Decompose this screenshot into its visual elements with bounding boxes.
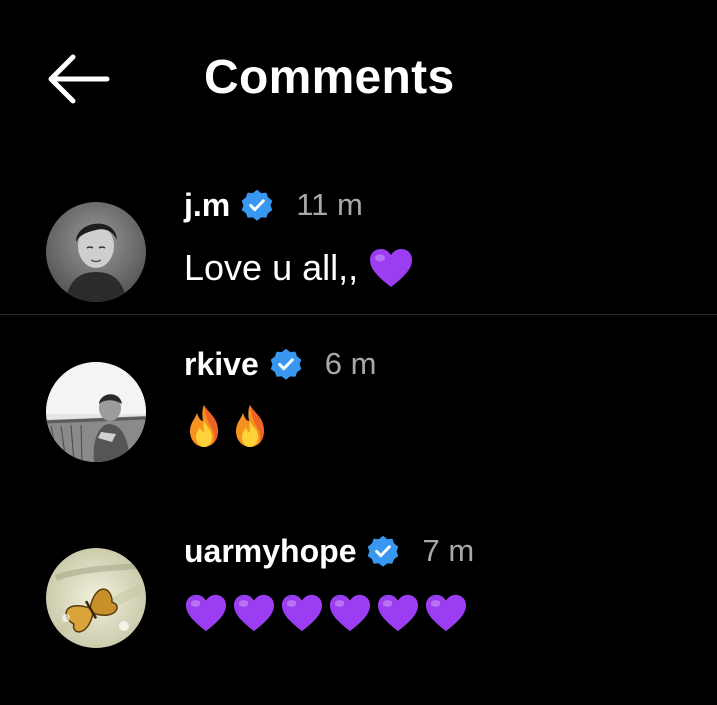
comment-text: Love u all,, (184, 244, 414, 292)
username[interactable]: j.m (184, 187, 230, 224)
comment-meta: j.m 11 m (184, 183, 363, 227)
purple-heart-icon (426, 594, 466, 632)
fire-icon (236, 405, 264, 447)
arrow-left-icon (48, 54, 110, 104)
verified-badge-icon (241, 189, 273, 221)
comment-meta: rkive 6 m (184, 342, 376, 386)
fire-icon (190, 405, 218, 447)
username[interactable]: rkive (184, 346, 259, 383)
purple-heart-icon (370, 249, 413, 287)
back-button[interactable] (40, 46, 116, 112)
avatar[interactable] (46, 548, 146, 648)
avatar[interactable] (46, 202, 146, 302)
purple-heart-icon (234, 594, 274, 632)
comment-meta: uarmyhope 7 m (184, 529, 474, 573)
comment-text (184, 590, 468, 636)
purple-heart-icon (186, 594, 226, 632)
comment-text (184, 402, 270, 450)
verified-badge-icon (270, 348, 302, 380)
purple-heart-icon (282, 594, 322, 632)
comment-time: 6 m (324, 346, 377, 381)
verified-badge-icon (368, 535, 399, 567)
avatar[interactable] (46, 362, 146, 462)
comment-text-label: Love u all,, (184, 247, 359, 288)
page-title: Comments (204, 51, 455, 104)
comments-header: Comments (0, 0, 717, 155)
comment-time: 7 m (422, 533, 475, 568)
purple-heart-icon (330, 594, 370, 632)
username[interactable]: uarmyhope (184, 533, 356, 570)
purple-heart-icon (378, 594, 418, 632)
divider (0, 314, 717, 315)
comment-time: 11 m (296, 187, 363, 222)
